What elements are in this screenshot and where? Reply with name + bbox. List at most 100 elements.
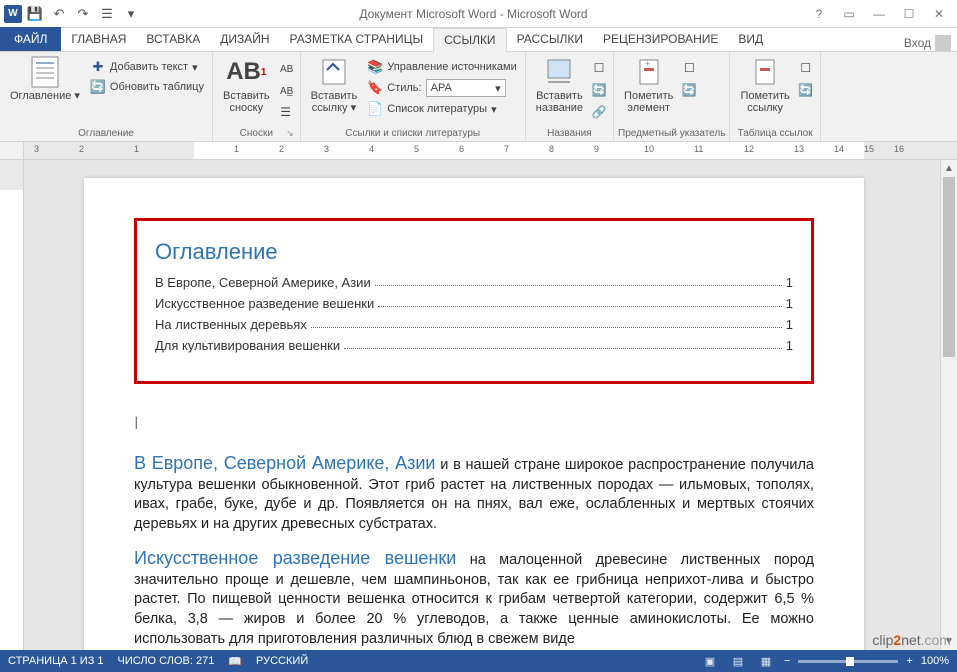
window-title: Документ Microsoft Word - Microsoft Word [142,7,805,21]
group-toc-label: Оглавление [4,126,208,141]
mark-citation-button[interactable]: Пометить ссылку [734,54,795,116]
update-table-button[interactable]: 🔄 [589,80,609,100]
toc-entry-text: На лиственных деревьях [155,317,307,332]
tab-review[interactable]: РЕЦЕНЗИРОВАНИЕ [593,27,728,51]
tab-view[interactable]: ВИД [728,27,773,51]
toc-entry[interactable]: Для культивирования вешенки1 [155,338,793,353]
show-notes-button[interactable]: ☰ [276,102,296,122]
chevron-down-icon: ▾ [495,82,501,95]
update-toc-button[interactable]: 🔄Обновить таблицу [86,78,208,96]
toc-title: Оглавление [155,239,793,265]
tab-design[interactable]: ДИЗАЙН [210,27,279,51]
tab-page-layout[interactable]: РАЗМЕТКА СТРАНИЦЫ [280,27,434,51]
next-footnote-button[interactable]: AB̲ [276,80,296,100]
vertical-scrollbar[interactable]: ▲ ▼ [940,160,957,650]
heading-2: Искусственное разведение вешенки [134,548,456,568]
insert-table-figures-button[interactable]: ☐ [589,58,609,78]
view-read-mode-icon[interactable]: ▣ [700,653,720,669]
toc-entry[interactable]: На лиственных деревьях 1 [155,317,793,332]
watermark: clip2net.com [872,632,951,648]
group-citations-label: Ссылки и списки литературы [305,126,521,141]
footnote-icon: AB1 [230,56,262,88]
insert-caption-button[interactable]: Вставить название [530,54,589,116]
update-toa-button[interactable]: 🔄 [796,80,816,100]
refresh-icon: 🔄 [90,79,106,95]
group-captions-label: Названия [530,126,609,141]
toc-container: Оглавление В Европе, Северной Америке, А… [134,218,814,384]
zoom-out-icon[interactable]: − [784,655,790,667]
qat-touch-mode-icon[interactable]: ☰ [96,3,118,25]
manage-sources-icon: 📚 [367,59,383,75]
citation-style-dropdown[interactable]: APA▾ [426,79,506,97]
toc-entry-text: Для культивирования вешенки [155,338,340,353]
svg-text:AB̲: AB̲ [280,86,294,97]
help-icon[interactable]: ? [805,3,833,25]
status-language[interactable]: РУССКИЙ [256,655,308,667]
toc-entry-text: В Европе, Северной Америке, Азии [155,275,371,290]
page: Оглавление В Европе, Северной Америке, А… [84,178,864,650]
footnotes-launcher-icon[interactable]: ↘ [286,128,294,139]
vertical-ruler[interactable] [0,160,24,650]
zoom-slider[interactable] [798,660,898,663]
toc-entry[interactable]: Искусственное разведение вешенки 1 [155,296,793,311]
cross-reference-button[interactable]: 🔗 [589,102,609,122]
minimize-icon[interactable]: — [865,3,893,25]
manage-sources-button[interactable]: 📚Управление источниками [363,58,520,76]
tab-insert[interactable]: ВСТАВКА [136,27,210,51]
qat-customize-icon[interactable]: ▾ [120,3,142,25]
zoom-level[interactable]: 100% [921,655,949,667]
qat-undo-icon[interactable]: ↶ [48,3,70,25]
toc-label: Оглавление [10,90,71,102]
tab-mailings[interactable]: РАССЫЛКИ [507,27,593,51]
mark-entry-button[interactable]: + Пометить элемент [618,54,679,116]
status-word-count[interactable]: ЧИСЛО СЛОВ: 271 [118,655,215,667]
mark-citation-icon [749,56,781,88]
insert-citation-button[interactable]: Вставить ссылку ▾ [305,54,364,116]
style-icon: 🔖 [367,80,383,96]
toc-entry-page: 1 [786,317,793,332]
document-area[interactable]: Оглавление В Европе, Северной Америке, А… [24,160,940,650]
scrollbar-thumb[interactable] [943,177,955,357]
caption-icon [543,56,575,88]
toc-entry[interactable]: В Европе, Северной Америке, Азии1 [155,275,793,290]
paragraph-1: В Европе, Северной Америке, Азии и в наш… [134,451,814,534]
insert-index-button[interactable]: ☐ [679,58,699,78]
status-proofing-icon[interactable]: 📖 [228,655,242,668]
svg-text:+: + [645,59,650,68]
tab-references[interactable]: ССЫЛКИ [433,28,506,52]
mark-entry-icon: + [633,56,665,88]
citation-icon [318,56,350,88]
toc-button[interactable]: Оглавление ▾ [4,54,86,104]
qat-redo-icon[interactable]: ↷ [72,3,94,25]
bibliography-button[interactable]: 📄Список литературы ▾ [363,100,520,118]
toc-entry-page: 1 [786,296,793,311]
text-cursor: | [134,414,814,431]
maximize-icon[interactable]: ☐ [895,3,923,25]
avatar-icon [935,35,951,51]
ribbon: Оглавление ▾ ✚Добавить текст ▾ 🔄Обновить… [0,52,957,142]
zoom-in-icon[interactable]: + [906,655,912,667]
close-icon[interactable]: ✕ [925,3,953,25]
bibliography-icon: 📄 [367,101,383,117]
scroll-up-icon[interactable]: ▲ [941,160,957,177]
heading-1: В Европе, Северной Америке, Азии [134,453,436,473]
insert-endnote-button[interactable]: AB [276,58,296,78]
sign-in-label: Вход [904,36,931,50]
qat-save-icon[interactable]: 💾 [24,3,46,25]
svg-text:AB: AB [280,64,294,75]
view-print-layout-icon[interactable]: ▤ [728,653,748,669]
word-app-icon: W [4,5,22,23]
toc-entry-text: Искусственное разведение вешенки [155,296,374,311]
horizontal-ruler[interactable]: 32112345678910111213141516 [0,142,957,160]
sign-in[interactable]: Вход [898,35,957,51]
ribbon-options-icon[interactable]: ▭ [835,3,863,25]
view-web-layout-icon[interactable]: ▦ [756,653,776,669]
status-page[interactable]: СТРАНИЦА 1 ИЗ 1 [8,655,104,667]
paragraph-2: Искусственное разведение вешенки на мало… [134,546,814,649]
tab-home[interactable]: ГЛАВНАЯ [61,27,136,51]
file-tab[interactable]: ФАЙЛ [0,27,61,51]
add-text-button[interactable]: ✚Добавить текст ▾ [86,58,208,76]
insert-footnote-button[interactable]: AB1 Вставить сноску [217,54,276,116]
insert-toa-button[interactable]: ☐ [796,58,816,78]
update-index-button[interactable]: 🔄 [679,80,699,100]
